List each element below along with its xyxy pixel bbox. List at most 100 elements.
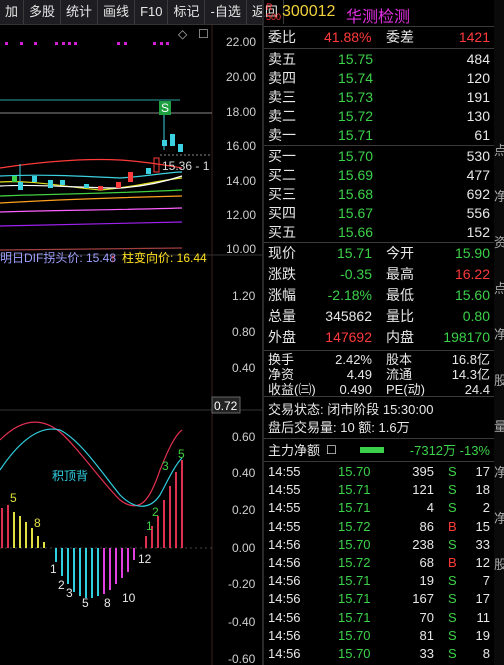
level-price: 15.67 [338, 205, 374, 221]
stock-chart[interactable]: ◇ ☐ S 15.36 - 1 22.00 20.00 18.00 16.00 … [0, 25, 262, 665]
level-price: 15.72 [338, 108, 374, 124]
quote-panel: R 500 300012 华测检测 委比 41.88% 委差 1421 卖五 15… [264, 0, 494, 665]
tick-volume: 238 [412, 536, 434, 552]
svg-text:-0.40: -0.40 [228, 615, 256, 629]
edge-label: 点 [494, 143, 504, 158]
edge-label: 净 [494, 465, 504, 480]
moving-averages [0, 158, 183, 251]
tick-volume: 68 [419, 555, 434, 570]
svg-text:0.60: 0.60 [232, 430, 256, 444]
sell-level-row[interactable]: 卖二 15.72 130 [264, 106, 494, 127]
level-label: 买三 [268, 186, 296, 202]
quote-row: 涨跌 -0.35 最高 16.22 [264, 264, 494, 285]
tick-time: 14:55 [268, 518, 301, 534]
svg-text:0.40: 0.40 [232, 466, 256, 480]
svg-text:1: 1 [50, 562, 57, 576]
quote-value: 15.90 [454, 245, 490, 261]
right-edge-sidebar[interactable]: 点净资点净股量净净股 [494, 0, 504, 665]
svg-text:8: 8 [104, 596, 111, 610]
toolbar-draw-line-button[interactable]: 画线 [98, 0, 136, 24]
svg-text:5: 5 [10, 491, 17, 505]
tick-side: S [448, 627, 457, 643]
level-price: 15.75 [338, 51, 374, 67]
level-label: 卖五 [268, 51, 296, 67]
level-volume: 484 [466, 51, 490, 67]
level-label: 卖二 [268, 108, 296, 124]
quote-value: 16.22 [454, 266, 490, 282]
quote-value: -0.35 [340, 266, 372, 282]
quote-label: 量比 [386, 308, 414, 324]
buy-level-row[interactable]: 买四 15.67 556 [264, 203, 494, 224]
edge-label: 点 [494, 281, 504, 296]
svg-text:8: 8 [34, 516, 41, 530]
toolbar-multi-stock-button[interactable]: 多股 [24, 0, 62, 24]
tick-side: S [448, 609, 457, 625]
level-price: 15.70 [338, 148, 374, 164]
tick-side: S [448, 573, 457, 589]
main-flow-toggle-icon[interactable]: ☐ [326, 440, 337, 461]
level-label: 买一 [268, 148, 296, 164]
turn-caption: 柱变向价: 16.44 [122, 250, 207, 265]
buy-level-row[interactable]: 买五 15.66 152 [264, 222, 494, 243]
toolbar-mark-button[interactable]: 标记 [168, 0, 206, 24]
tick-volume: 70 [419, 609, 434, 625]
fundamental-label: 流通 [386, 367, 413, 382]
macd-histogram [1, 460, 183, 598]
fundamental-label: 净资 [268, 367, 295, 382]
top-divergence-label: 积顶背 [52, 469, 88, 483]
level-price: 15.69 [338, 167, 374, 183]
toolbar-f10-button[interactable]: F10 [135, 0, 169, 24]
level-volume: 477 [466, 167, 490, 183]
signal-dots [5, 42, 169, 45]
level-volume: 120 [466, 70, 490, 86]
sell-level-row[interactable]: 卖一 15.71 61 [264, 125, 494, 146]
buy-level-row[interactable]: 买一 15.70 530 [264, 146, 494, 167]
tick-count: 8 [482, 646, 490, 661]
quote-label: 现价 [268, 245, 296, 261]
toolbar-add-button[interactable]: 加 [0, 0, 25, 24]
tick-volume: 19 [419, 573, 434, 589]
svg-text:0.72: 0.72 [214, 399, 238, 413]
tick-time: 14:56 [268, 573, 301, 589]
diamond-icon[interactable]: ◇ [178, 27, 188, 41]
tick-time: 14:55 [268, 482, 301, 498]
stock-name[interactable]: 华测检测 [346, 3, 410, 27]
quote-label: 总量 [268, 308, 296, 324]
tick-price: 15.71 [338, 500, 371, 516]
sell-level-row[interactable]: 卖四 15.74 120 [264, 68, 494, 89]
svg-text:0.80: 0.80 [232, 325, 256, 339]
tick-row: 14:56 15.70 33 S 8 [264, 645, 494, 663]
tick-time: 14:56 [268, 536, 301, 552]
svg-text:10: 10 [122, 591, 136, 605]
tick-count: 18 [475, 482, 490, 498]
panel-toggle-icon[interactable]: ☐ [198, 27, 209, 41]
level-volume: 61 [474, 127, 490, 143]
tick-count: 33 [475, 536, 490, 552]
fundamental-value: 16.8亿 [451, 352, 490, 367]
tick-time: 14:56 [268, 555, 301, 570]
svg-text:12: 12 [138, 552, 152, 566]
tick-row: 14:55 15.72 86 B 15 [264, 518, 494, 536]
toolbar-stats-button[interactable]: 统计 [61, 0, 99, 24]
fundamental-value: 0.490 [339, 382, 372, 397]
buy-level-row[interactable]: 买二 15.69 477 [264, 165, 494, 186]
level-label: 买四 [268, 205, 296, 221]
quote-row: 外盘 147692 内盘 198170 [264, 327, 494, 348]
buy-level-row[interactable]: 买三 15.68 692 [264, 184, 494, 205]
quote-value: 147692 [325, 329, 372, 345]
tick-price: 15.70 [338, 646, 371, 661]
main-flow-row[interactable]: 主力净额 ☐ -7312万 -13% [264, 440, 494, 461]
tick-time: 14:56 [268, 646, 301, 661]
toolbar-watchlist-button[interactable]: -自选 [205, 0, 247, 24]
tick-row: 14:56 15.71 19 S 7 [264, 572, 494, 590]
level-volume: 152 [466, 224, 490, 240]
level-price: 15.68 [338, 186, 374, 202]
edge-label: 量 [494, 419, 504, 434]
sell-level-row[interactable]: 卖五 15.75 484 [264, 49, 494, 70]
edge-label: 净 [494, 189, 504, 204]
tick-row: 14:56 15.70 81 S 19 [264, 627, 494, 645]
sell-level-row[interactable]: 卖三 15.73 191 [264, 87, 494, 108]
tick-count: 19 [475, 627, 490, 643]
level-volume: 556 [466, 205, 490, 221]
edge-label: 股 [494, 373, 504, 388]
